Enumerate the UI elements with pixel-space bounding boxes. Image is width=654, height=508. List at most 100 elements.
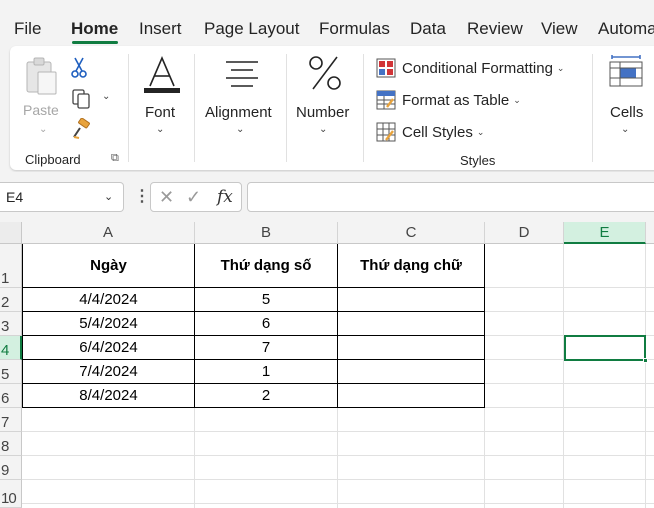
cell-b2[interactable]: 5	[195, 288, 337, 311]
group-separator	[194, 54, 195, 162]
name-box[interactable]: E4 ⌄	[0, 182, 124, 212]
tab-data[interactable]: Data	[410, 19, 446, 39]
cell-c3[interactable]	[338, 312, 484, 335]
table-border	[22, 407, 485, 408]
insert-function-icon[interactable]: fx	[217, 187, 233, 207]
column-header-e[interactable]: E	[564, 222, 646, 244]
format-as-table-icon	[376, 90, 396, 110]
menu-tab-bar: File Home Insert Page Layout Formulas Da…	[0, 0, 654, 46]
cell-a6[interactable]: 8/4/2024	[23, 384, 194, 407]
gridline	[22, 503, 654, 504]
cancel-icon[interactable]: ✕	[159, 187, 174, 208]
cell-a5[interactable]: 7/4/2024	[23, 360, 194, 383]
tab-insert[interactable]: Insert	[139, 19, 182, 39]
cell-c5[interactable]	[338, 360, 484, 383]
format-as-table-label: Format as Table	[402, 91, 510, 109]
row-header-3[interactable]: 3	[0, 312, 22, 336]
tab-file[interactable]: File	[14, 19, 41, 39]
cells-chevron-icon: ⌄	[621, 124, 630, 135]
tab-review[interactable]: Review	[467, 19, 523, 39]
column-header-a[interactable]: A	[22, 222, 195, 244]
column-header-d[interactable]: D	[485, 222, 564, 244]
active-tab-indicator	[72, 41, 118, 44]
row-header-1[interactable]: 1	[0, 244, 22, 288]
alignment-label: Alignment	[205, 104, 272, 121]
active-cell-e4[interactable]	[564, 335, 646, 361]
column-header-c[interactable]: C	[338, 222, 485, 244]
tab-view[interactable]: View	[541, 19, 578, 39]
font-chevron-icon: ⌄	[156, 124, 165, 135]
scissors-icon	[71, 57, 87, 78]
select-all-button[interactable]	[0, 222, 22, 244]
cell-a1[interactable]: Ngày	[23, 244, 194, 287]
cell-a4[interactable]: 6/4/2024	[23, 336, 194, 359]
gridline	[22, 431, 654, 432]
cut-button[interactable]	[70, 56, 92, 78]
copy-icon	[72, 89, 90, 109]
alignment-button[interactable]: Alignment ⌄	[202, 52, 282, 148]
group-separator	[128, 54, 129, 162]
row-header-4[interactable]: 4	[0, 336, 22, 360]
clipboard-dialog-launcher-icon[interactable]: ⧉	[111, 152, 119, 165]
font-button[interactable]: Font ⌄	[134, 52, 190, 148]
column-header-b[interactable]: B	[195, 222, 338, 244]
paste-button[interactable]: Paste ⌄	[20, 54, 62, 138]
format-as-table-button[interactable]: Format as Table ⌄	[376, 88, 521, 112]
tab-automate[interactable]: Automa	[598, 19, 654, 39]
row-header-10[interactable]: 10	[0, 480, 22, 508]
format-painter-button[interactable]	[70, 117, 92, 140]
cell-styles-button[interactable]: Cell Styles ⌄	[376, 120, 484, 144]
more-options-icon[interactable]: ⋮	[134, 186, 150, 206]
cell-styles-label: Cell Styles	[402, 123, 473, 141]
conditional-formatting-button[interactable]: Conditional Formatting ⌄	[376, 56, 564, 80]
row-header-2[interactable]: 2	[0, 288, 22, 312]
tab-page-layout[interactable]: Page Layout	[204, 19, 299, 39]
chevron-down-icon[interactable]: ⌄	[104, 190, 113, 203]
cell-c2[interactable]	[338, 288, 484, 311]
group-separator	[363, 54, 364, 162]
cell-c4[interactable]	[338, 336, 484, 359]
paste-icon	[26, 57, 57, 95]
gridline	[645, 244, 646, 508]
cell-a2[interactable]: 4/4/2024	[23, 288, 194, 311]
clipboard-group-label: Clipboard	[25, 152, 81, 167]
format-painter-icon	[73, 117, 90, 139]
column-header-f[interactable]	[646, 222, 654, 244]
group-separator	[286, 54, 287, 162]
alignment-icon	[226, 61, 258, 87]
group-separator	[592, 54, 593, 162]
cell-b6[interactable]: 2	[195, 384, 337, 407]
cell-c1[interactable]: Thứ dạng chữ	[338, 244, 484, 287]
copy-button[interactable]: ⌄	[70, 88, 114, 110]
cell-b3[interactable]: 6	[195, 312, 337, 335]
enter-icon[interactable]: ✓	[186, 187, 201, 208]
cell-a3[interactable]: 5/4/2024	[23, 312, 194, 335]
row-header-6[interactable]: 6	[0, 384, 22, 408]
number-button[interactable]: Number ⌄	[292, 52, 360, 148]
formula-input[interactable]	[247, 182, 654, 212]
cell-b5[interactable]: 1	[195, 360, 337, 383]
row-header-8[interactable]: 8	[0, 432, 22, 456]
cell-c6[interactable]	[338, 384, 484, 407]
number-chevron-icon: ⌄	[319, 124, 328, 135]
font-label: Font	[145, 104, 176, 121]
conditional-formatting-label: Conditional Formatting	[402, 59, 553, 77]
chevron-down-icon: ⌄	[556, 62, 565, 73]
styles-group-label: Styles	[460, 153, 496, 168]
worksheet-grid[interactable]: A B C D E 1 2 3 4 5 6 7 8 9 10 Ngày Thứ …	[0, 222, 654, 508]
cell-styles-icon	[376, 122, 396, 142]
tab-home[interactable]: Home	[71, 19, 118, 39]
cells-button[interactable]: Cells ⌄	[602, 52, 654, 148]
chevron-down-icon: ⌄	[513, 94, 521, 105]
chevron-down-icon: ⌄	[476, 126, 485, 137]
cell-b4[interactable]: 7	[195, 336, 337, 359]
cell-b1[interactable]: Thứ dạng số	[195, 244, 337, 287]
fill-handle[interactable]	[643, 358, 648, 363]
font-icon	[144, 55, 180, 93]
row-header-9[interactable]: 9	[0, 456, 22, 480]
row-header-7[interactable]: 7	[0, 408, 22, 432]
cells-icon	[609, 55, 643, 87]
gridline	[22, 455, 654, 456]
row-header-5[interactable]: 5	[0, 360, 22, 384]
tab-formulas[interactable]: Formulas	[319, 19, 390, 39]
